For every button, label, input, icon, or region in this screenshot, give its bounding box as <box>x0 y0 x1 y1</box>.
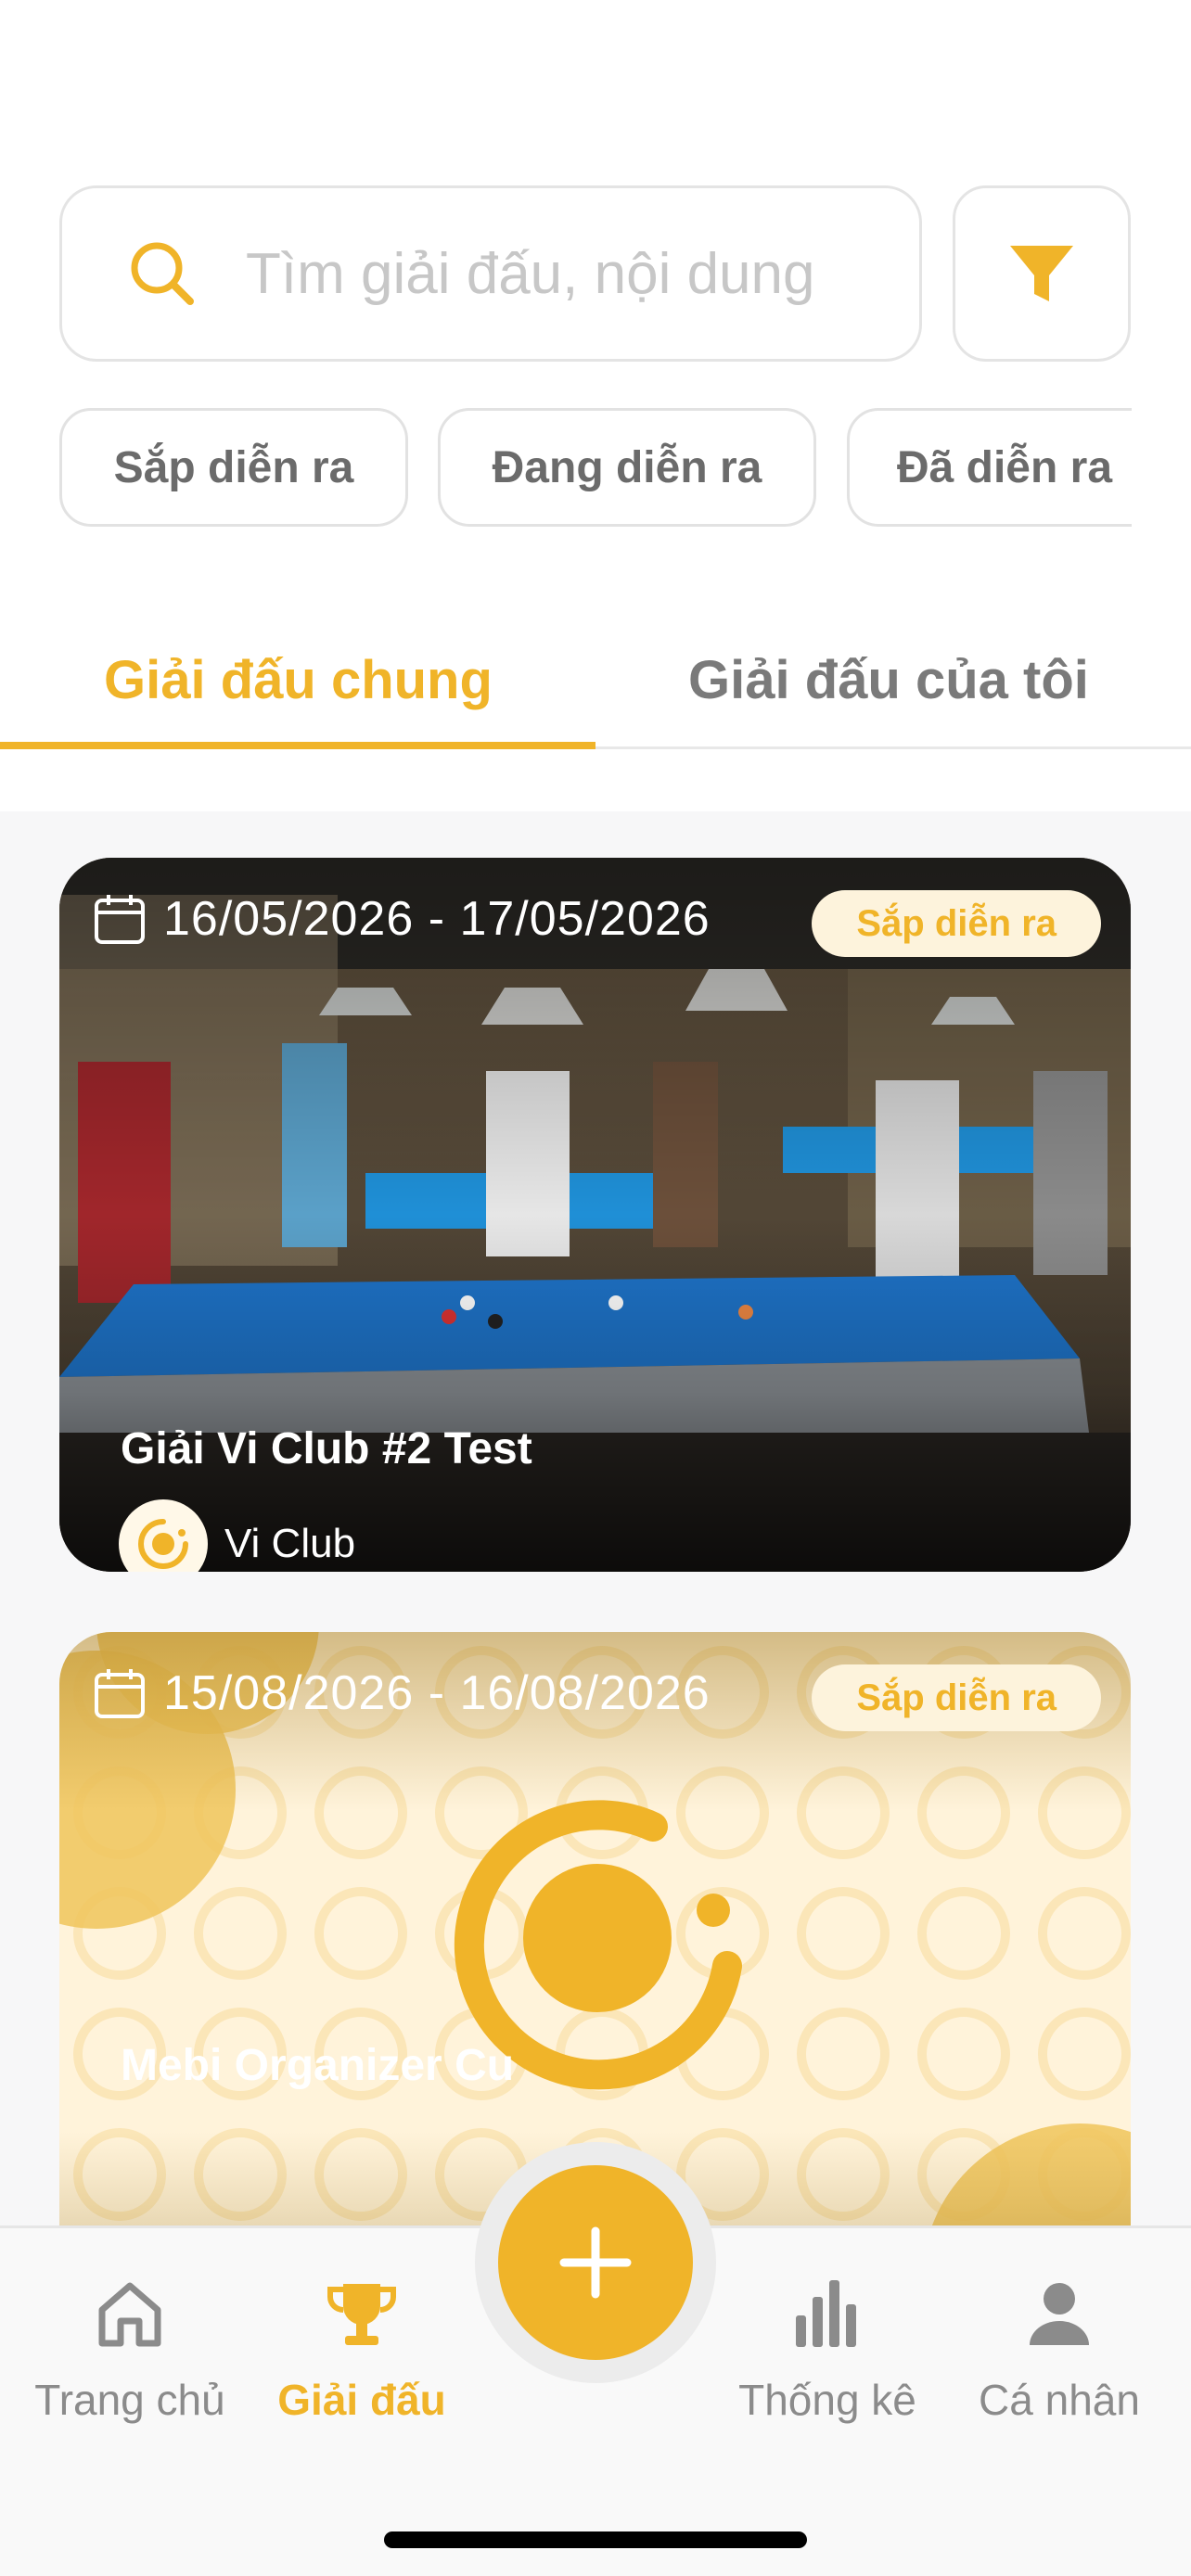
tournament-title: Mebi Organizer Cu <box>121 2041 515 2090</box>
search-input[interactable] <box>246 240 877 307</box>
add-tournament-button[interactable] <box>498 2165 693 2360</box>
tournament-list: 16/05/2026 - 17/05/2026 Sắp diễn ra Giải… <box>0 811 1191 2225</box>
home-icon <box>98 2282 161 2347</box>
tab-active-indicator <box>0 742 596 749</box>
calendar-icon <box>95 895 145 944</box>
status-filter-row: Sắp diễn ra Đang diễn ra Đã diễn ra <box>59 408 1132 529</box>
nav-tournaments[interactable]: Giải đấu <box>241 2275 482 2425</box>
filter-button[interactable] <box>953 185 1131 362</box>
organizer-name: Vi Club <box>224 1521 356 1566</box>
organizer: Vi Club <box>119 1499 355 1572</box>
top-area: Sắp diễn ra Đang diễn ra Đã diễn ra Giải… <box>0 0 1191 811</box>
bar-chart-icon <box>796 2280 856 2347</box>
person-icon <box>1030 2283 1089 2345</box>
mebi-logo-icon <box>138 1519 188 1569</box>
nav-statistics[interactable]: Thống kê <box>707 2275 948 2425</box>
nav-label: Thống kê <box>738 2376 916 2424</box>
home-indicator[interactable] <box>384 2531 807 2548</box>
chip-upcoming[interactable]: Sắp diễn ra <box>59 408 408 527</box>
date-range: 16/05/2026 - 17/05/2026 <box>93 891 711 947</box>
date-range: 15/08/2026 - 16/08/2026 <box>93 1665 711 1721</box>
chip-ongoing[interactable]: Đang diễn ra <box>438 408 816 527</box>
nav-label: Trang chủ <box>34 2376 225 2424</box>
plus-icon <box>559 2226 632 2299</box>
filter-icon <box>1010 246 1073 301</box>
tab-my-tournaments[interactable]: Giải đấu của tôi <box>688 649 1089 711</box>
status-badge: Sắp diễn ra <box>812 890 1101 957</box>
nav-home[interactable]: Trang chủ <box>9 2275 250 2425</box>
status-badge: Sắp diễn ra <box>812 1664 1101 1731</box>
search-bar[interactable] <box>59 185 922 362</box>
date-text: 16/05/2026 - 17/05/2026 <box>163 892 711 946</box>
date-text: 15/08/2026 - 16/08/2026 <box>163 1666 711 1720</box>
fab-container <box>475 2142 716 2383</box>
trophy-icon <box>327 2284 396 2345</box>
tab-general-tournaments[interactable]: Giải đấu chung <box>104 649 493 711</box>
chip-finished[interactable]: Đã diễn ra <box>847 408 1132 527</box>
search-icon <box>131 242 194 305</box>
tournament-title: Giải Vi Club #2 Test <box>121 1424 532 1473</box>
nav-label: Cá nhân <box>979 2376 1140 2424</box>
calendar-icon <box>95 1669 145 1718</box>
tournament-card[interactable]: 15/08/2026 - 16/08/2026 Sắp diễn ra Mebi… <box>59 1632 1131 2225</box>
nav-profile[interactable]: Cá nhân <box>939 2275 1180 2425</box>
organizer-avatar <box>119 1499 208 1572</box>
tournament-card[interactable]: 16/05/2026 - 17/05/2026 Sắp diễn ra Giải… <box>59 858 1131 1572</box>
tournament-tabs: Giải đấu chung Giải đấu của tôi <box>0 612 1191 751</box>
nav-label: Giải đấu <box>277 2376 446 2424</box>
